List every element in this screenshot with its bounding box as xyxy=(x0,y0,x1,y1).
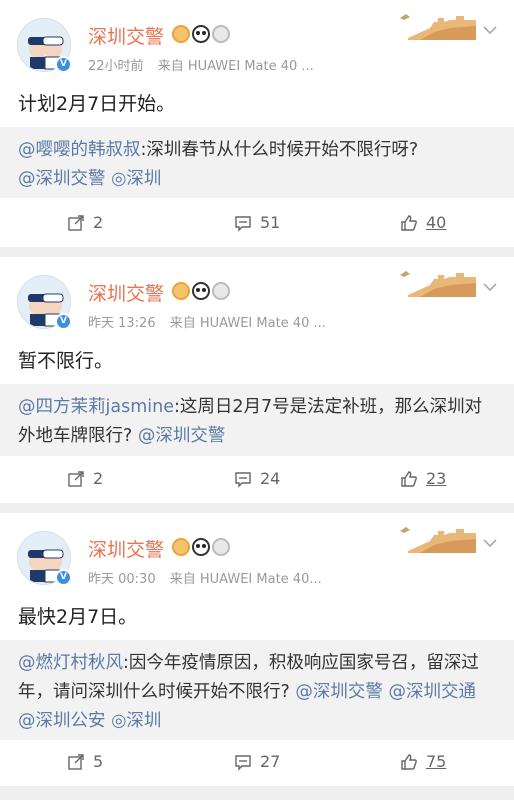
comment-icon xyxy=(235,471,251,488)
medal-badge-icon[interactable] xyxy=(212,282,230,300)
post-source: 来自 HUAWEI Mate 40 ... xyxy=(157,59,314,74)
post-time: 昨天 00:30 xyxy=(88,572,156,587)
post-source: 来自 HUAWEI Mate 40... xyxy=(169,572,322,587)
like-count[interactable]: 23 xyxy=(426,469,446,488)
share-icon xyxy=(68,753,84,770)
mention-link[interactable]: @深圳交警 xyxy=(138,426,226,446)
verified-icon: V xyxy=(55,569,72,586)
location-link[interactable]: ◎深圳 xyxy=(111,711,161,731)
comment-count: 24 xyxy=(260,469,281,488)
mention-link[interactable]: @深圳交警 xyxy=(295,682,383,702)
share-icon xyxy=(68,214,84,231)
action-bar: 2 24 23 xyxy=(0,459,514,503)
post-card: V 深圳交警 昨天 13:26 来自 HUAWEI Mate 40 ... 暂不… xyxy=(0,257,514,503)
verified-icon: V xyxy=(55,56,72,73)
retweet-author[interactable]: @燃灯村秋风 xyxy=(18,653,123,673)
comment-count: 51 xyxy=(260,213,281,232)
chevron-down-icon[interactable] xyxy=(483,538,497,548)
like-count[interactable]: 75 xyxy=(426,752,446,771)
retweet-quote[interactable]: @燃灯村秋风:因今年疫情原因，积极响应国家号召，留深过年，请问深圳什么时候开始不… xyxy=(0,640,514,740)
post-content: 暂不限行。 xyxy=(18,350,114,372)
chevron-down-icon[interactable] xyxy=(483,25,497,35)
great-wall-banner-icon xyxy=(400,14,476,40)
comment-button[interactable]: 27 xyxy=(234,752,280,771)
comment-icon xyxy=(235,215,251,232)
post-content: 计划2月7日开始。 xyxy=(18,93,176,115)
username[interactable]: 深圳交警 xyxy=(88,279,164,306)
panda-badge-icon[interactable] xyxy=(192,538,210,556)
thumbs-up-icon xyxy=(401,214,417,231)
comment-icon xyxy=(235,754,251,771)
post-content: 最快2月7日。 xyxy=(18,606,138,628)
weibo-feed: V 深圳交警 22小时前 来自 HUAWEI Mate 40 ... 计划2月7… xyxy=(0,0,514,786)
like-button[interactable]: 23 xyxy=(400,469,446,488)
username[interactable]: 深圳交警 xyxy=(88,22,164,49)
crown-badge-icon[interactable] xyxy=(172,282,190,300)
medal-badge-icon[interactable] xyxy=(212,538,230,556)
share-count: 2 xyxy=(93,469,104,488)
retweet-text: :深圳春节从什么时候开始不限行呀? xyxy=(140,140,419,160)
share-count: 2 xyxy=(93,213,104,232)
share-button[interactable]: 5 xyxy=(67,752,103,771)
panda-badge-icon[interactable] xyxy=(192,25,210,43)
share-button[interactable]: 2 xyxy=(67,469,103,488)
action-bar: 5 27 75 xyxy=(0,742,514,786)
retweet-author[interactable]: @嘤嘤的韩叔叔 xyxy=(18,140,141,160)
post-time: 昨天 13:26 xyxy=(88,316,156,331)
comment-count: 27 xyxy=(260,752,281,771)
username[interactable]: 深圳交警 xyxy=(88,535,164,562)
mention-link[interactable]: @深圳交通 xyxy=(388,682,476,702)
post-card: V 深圳交警 昨天 00:30 来自 HUAWEI Mate 40... 最快2… xyxy=(0,513,514,786)
great-wall-banner-icon xyxy=(400,527,476,553)
like-button[interactable]: 40 xyxy=(400,213,446,232)
mention-link[interactable]: @深圳交警 xyxy=(18,169,106,189)
post-source: 来自 HUAWEI Mate 40 ... xyxy=(169,316,326,331)
comment-button[interactable]: 51 xyxy=(234,213,280,232)
post-time: 22小时前 xyxy=(88,59,144,74)
share-count: 5 xyxy=(93,752,104,771)
chevron-down-icon[interactable] xyxy=(483,282,497,292)
great-wall-banner-icon xyxy=(400,271,476,297)
retweet-quote[interactable]: @嘤嘤的韩叔叔:深圳春节从什么时候开始不限行呀? @深圳交警 ◎深圳 xyxy=(0,127,514,198)
medal-badge-icon[interactable] xyxy=(212,25,230,43)
action-bar: 2 51 40 xyxy=(0,203,514,247)
thumbs-up-icon xyxy=(401,470,417,487)
crown-badge-icon[interactable] xyxy=(172,538,190,556)
share-button[interactable]: 2 xyxy=(67,213,103,232)
like-button[interactable]: 75 xyxy=(400,752,446,771)
location-link[interactable]: ◎深圳 xyxy=(111,169,161,189)
retweet-author[interactable]: @四方茉莉jasmine xyxy=(18,397,174,417)
retweet-quote[interactable]: @四方茉莉jasmine:这周日2月7号是法定补班，那么深圳对外地车牌限行? @… xyxy=(0,384,514,456)
mention-link[interactable]: @深圳公安 xyxy=(18,711,106,731)
verified-icon: V xyxy=(55,313,72,330)
comment-button[interactable]: 24 xyxy=(234,469,280,488)
crown-badge-icon[interactable] xyxy=(172,25,190,43)
panda-badge-icon[interactable] xyxy=(192,282,210,300)
thumbs-up-icon xyxy=(401,753,417,770)
post-card: V 深圳交警 22小时前 来自 HUAWEI Mate 40 ... 计划2月7… xyxy=(0,0,514,247)
like-count[interactable]: 40 xyxy=(426,213,446,232)
share-icon xyxy=(68,470,84,487)
